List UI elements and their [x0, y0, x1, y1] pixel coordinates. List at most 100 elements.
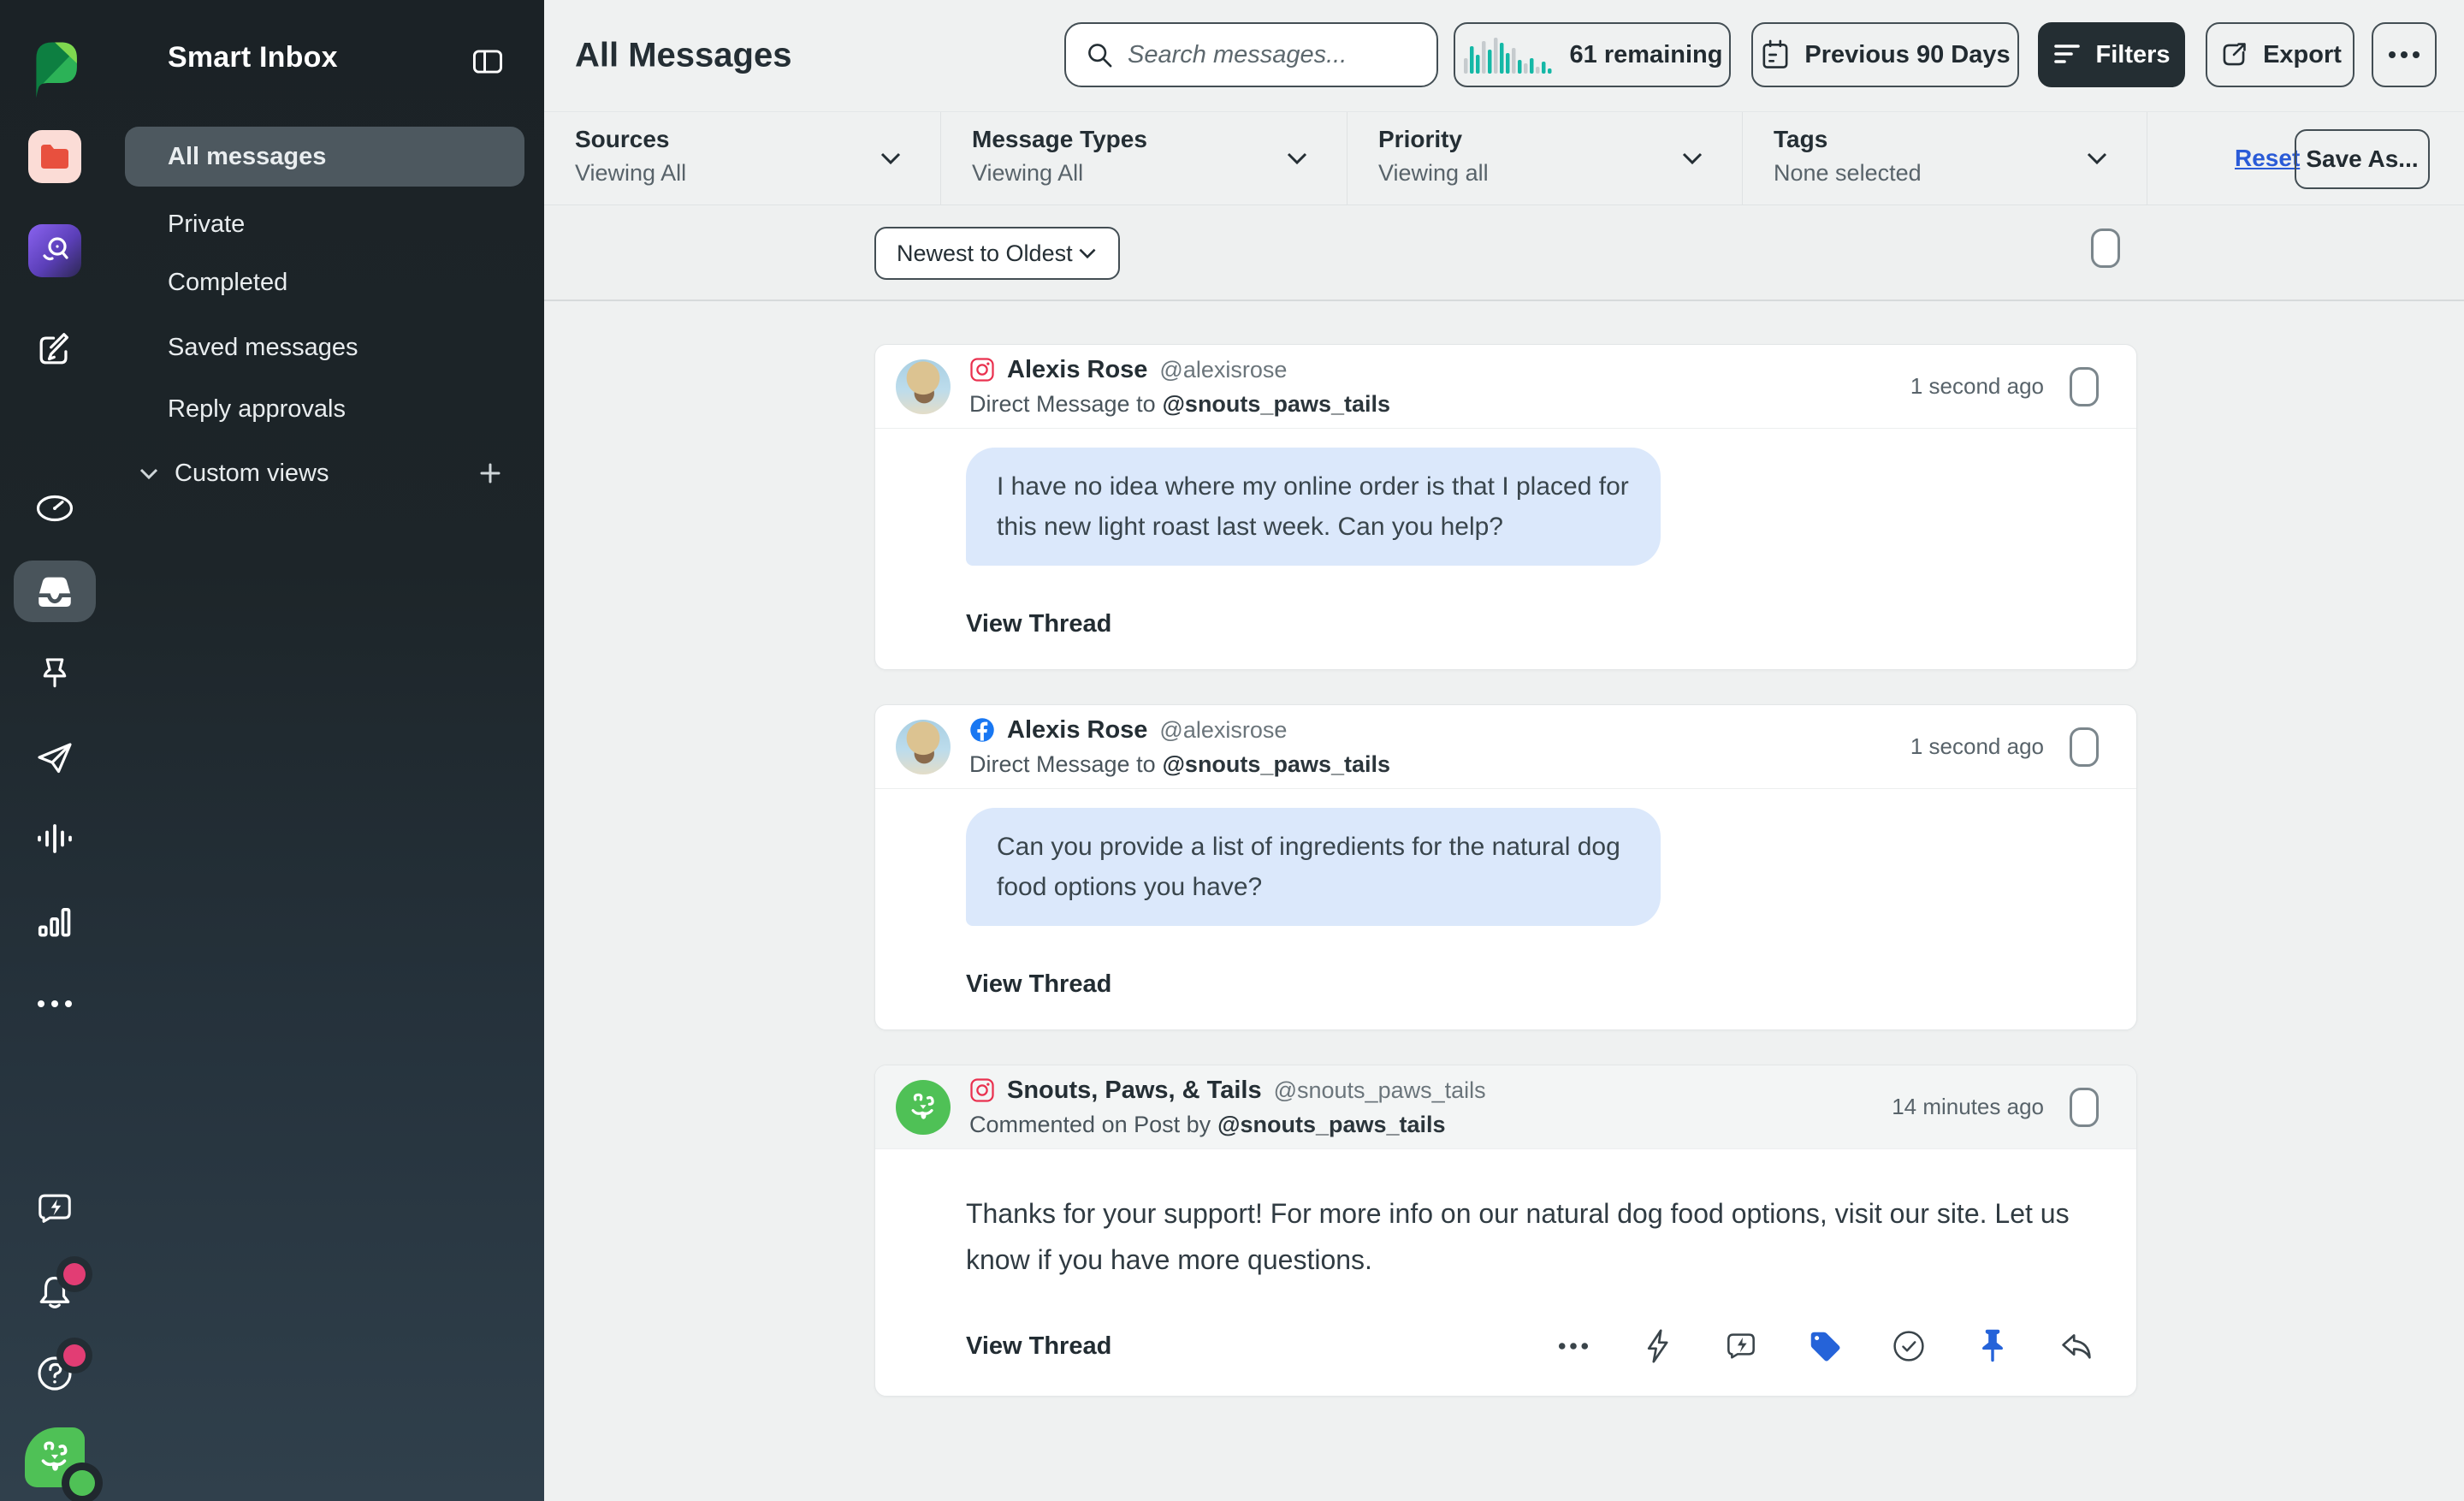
search-icon: [1085, 40, 1114, 69]
sidebar-item-completed[interactable]: Completed: [125, 254, 524, 311]
filter-bar: Sources Viewing All Message Types Viewin…: [544, 111, 2464, 205]
avatar[interactable]: [896, 359, 951, 414]
filter-priority[interactable]: Priority Viewing all: [1348, 112, 1743, 205]
view-thread-link[interactable]: View Thread: [966, 610, 1111, 638]
pin-filled-icon[interactable]: [1974, 1327, 2011, 1365]
nav-label: Reply approvals: [168, 395, 346, 424]
chevron-down-icon: [879, 151, 903, 166]
save-as-button[interactable]: Save As...: [2295, 129, 2430, 189]
filters-button[interactable]: Filters: [2038, 22, 2185, 87]
select-all-checkbox[interactable]: [2091, 228, 2120, 268]
saved-reply-icon[interactable]: [1722, 1327, 1760, 1365]
messages-remaining-button[interactable]: 61 remaining: [1454, 22, 1731, 87]
avatar[interactable]: [896, 720, 951, 774]
export-icon: [2218, 39, 2249, 70]
custom-views-row[interactable]: Custom views: [125, 447, 524, 500]
folders-rail-item[interactable]: [28, 130, 81, 183]
dashboard-icon[interactable]: [34, 492, 75, 525]
message-header: Alexis Rose @alexisrose Direct Message t…: [875, 345, 2136, 429]
sidebar-item-saved-messages[interactable]: Saved messages: [125, 319, 524, 376]
message-context: Direct Message to @snouts_paws_tails: [969, 751, 1390, 778]
filter-label: Tags: [1774, 126, 2147, 153]
magnifier-face-icon: [38, 234, 72, 268]
sprout-logo: [24, 36, 86, 108]
sidebar-item-private[interactable]: Private: [125, 196, 524, 252]
more-rail-icon[interactable]: [36, 999, 74, 1009]
inbox-icon: [33, 573, 76, 610]
notifications-bell-icon[interactable]: [34, 1272, 75, 1313]
search-input[interactable]: [1128, 41, 1401, 69]
sort-order-select[interactable]: Newest to Oldest: [874, 227, 1120, 280]
message-header: Alexis Rose @alexisrose Direct Message t…: [875, 705, 2136, 789]
notification-dot: [63, 1263, 86, 1285]
message-body: Can you provide a list of ingredients fo…: [875, 808, 2136, 1029]
context-target: @snouts_paws_tails: [1163, 751, 1390, 777]
listening-icon[interactable]: [34, 821, 75, 857]
pin-rail-icon[interactable]: [37, 655, 73, 692]
select-message-checkbox[interactable]: [2070, 367, 2099, 406]
message-bubble: Can you provide a list of ingredients fo…: [966, 808, 1661, 926]
filter-actions: Reset Save As...: [2147, 112, 2464, 205]
message-context: Commented on Post by@snouts_paws_tails: [969, 1112, 1486, 1138]
reset-filters-link[interactable]: Reset: [2235, 145, 2300, 172]
page-title: All Messages: [575, 37, 791, 75]
chevron-down-icon: [2085, 151, 2109, 166]
more-actions-button[interactable]: [2372, 22, 2437, 87]
more-options-icon[interactable]: [1555, 1327, 1592, 1365]
message-list: Alexis Rose @alexisrose Direct Message t…: [544, 301, 2464, 1501]
nav-label: Private: [168, 211, 245, 239]
add-custom-view-icon[interactable]: [478, 461, 502, 485]
message-body: Thanks for your support! For more info o…: [875, 1190, 2136, 1396]
online-presence-dot: [69, 1470, 95, 1496]
folder-icon: [38, 143, 71, 170]
date-range-button[interactable]: Previous 90 Days: [1751, 22, 2019, 87]
filter-label: Priority: [1378, 126, 1742, 153]
author-handle: @alexisrose: [1159, 357, 1287, 383]
view-thread-link[interactable]: View Thread: [966, 970, 1111, 999]
sidebar-item-all-messages[interactable]: All messages: [125, 127, 524, 187]
filter-sources[interactable]: Sources Viewing All: [544, 112, 941, 205]
chevron-down-icon: [1285, 151, 1309, 166]
brand-avatar[interactable]: [25, 1427, 85, 1487]
compose-icon[interactable]: [35, 329, 74, 369]
context-prefix: Direct Message to: [969, 751, 1156, 777]
context-prefix: Commented on Post by: [969, 1112, 1211, 1137]
nav-label: Completed: [168, 269, 287, 297]
complete-check-icon[interactable]: [1890, 1327, 1928, 1365]
help-icon[interactable]: [34, 1353, 75, 1394]
app-rail-item[interactable]: [28, 224, 81, 277]
export-label: Export: [2263, 41, 2342, 69]
brand-avatar[interactable]: [896, 1080, 951, 1135]
filter-tags[interactable]: Tags None selected: [1743, 112, 2147, 205]
tag-icon[interactable]: [1806, 1327, 1844, 1365]
sidebar-title: Smart Inbox: [168, 41, 338, 74]
chevron-down-icon: [1077, 246, 1098, 260]
message-context: Direct Message to@snouts_paws_tails: [969, 391, 1390, 418]
publishing-icon[interactable]: [34, 739, 75, 776]
remaining-label: 61 remaining: [1570, 41, 1723, 69]
select-message-checkbox[interactable]: [2070, 1088, 2099, 1127]
help-notification-dot: [63, 1344, 86, 1367]
view-thread-link[interactable]: View Thread: [966, 1332, 1111, 1361]
inbox-rail-item[interactable]: [14, 561, 96, 622]
message-text: Thanks for your support! For more info o…: [966, 1190, 2095, 1283]
reply-icon[interactable]: [2058, 1327, 2095, 1365]
message-card[interactable]: Snouts, Paws, & Tails @snouts_paws_tails…: [874, 1065, 2137, 1397]
export-button[interactable]: Export: [2206, 22, 2354, 87]
collapse-panel-icon[interactable]: [469, 44, 506, 79]
sidebar-item-reply-approvals[interactable]: Reply approvals: [125, 381, 524, 437]
context-target: @snouts_paws_tails: [1163, 391, 1390, 417]
message-card[interactable]: Alexis Rose @alexisrose Direct Message t…: [874, 344, 2137, 670]
automation-chat-icon[interactable]: [35, 1190, 74, 1229]
chevron-down-icon: [139, 466, 159, 480]
message-body: I have no idea where my online order is …: [875, 448, 2136, 669]
message-actions: [1555, 1327, 2095, 1365]
quick-action-bolt-icon[interactable]: [1638, 1327, 1676, 1365]
message-card[interactable]: Alexis Rose @alexisrose Direct Message t…: [874, 704, 2137, 1030]
filter-message-types[interactable]: Message Types Viewing All: [941, 112, 1348, 205]
reports-icon[interactable]: [36, 904, 74, 940]
instagram-icon: [969, 357, 995, 383]
facebook-icon: [969, 717, 995, 743]
timestamp: 14 minutes ago: [1892, 1094, 2044, 1120]
select-message-checkbox[interactable]: [2070, 727, 2099, 767]
